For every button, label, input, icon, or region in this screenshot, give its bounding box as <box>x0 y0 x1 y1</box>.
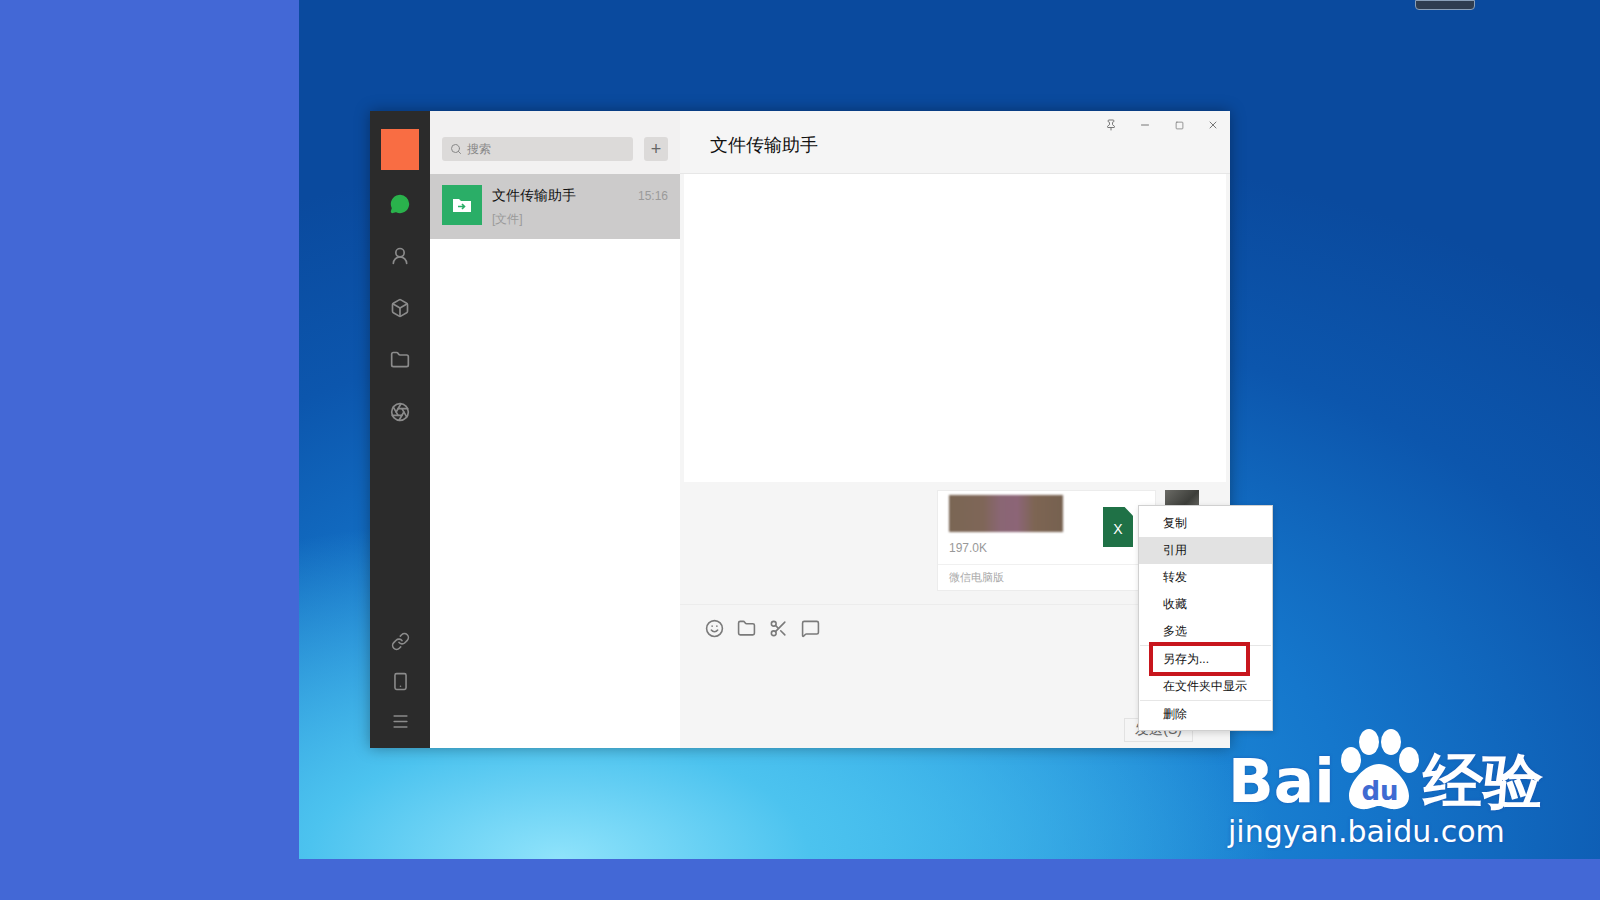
blank-area <box>684 174 1226 482</box>
context-menu: 复制引用转发收藏多选另存为...在文件夹中显示删除 <box>1138 505 1273 731</box>
folder-arrow-icon <box>452 197 472 213</box>
screen: 搜索+文件传输助手15:16[文件]文件传输助手197.0KX微信电脑版发送(S… <box>0 0 1600 900</box>
chat-title: 文件传输助手 <box>710 111 818 157</box>
nav-button[interactable] <box>389 670 411 692</box>
window-control[interactable] <box>1162 117 1196 133</box>
minimize-icon <box>1139 119 1151 131</box>
menu-item[interactable]: 另存为... <box>1139 646 1272 673</box>
emoji-icon <box>705 619 724 638</box>
menu-item[interactable]: 收藏 <box>1139 591 1272 618</box>
menu-item[interactable]: 删除 <box>1139 701 1272 728</box>
contacts-icon <box>390 246 410 266</box>
paw-logo-icon: du <box>1335 728 1423 814</box>
window-control[interactable] <box>1094 117 1128 133</box>
highlight-box <box>1149 642 1250 676</box>
nav-button[interactable] <box>389 193 411 215</box>
chat-history-icon <box>801 619 820 638</box>
maximize-icon <box>1175 121 1184 130</box>
link-icon <box>391 632 410 651</box>
nav-button[interactable] <box>389 630 411 652</box>
file-size: 197.0K <box>949 541 1063 555</box>
file-source: 微信电脑版 <box>938 564 1155 590</box>
menu-item[interactable]: 多选 <box>1139 618 1272 645</box>
pin-icon <box>1105 119 1117 131</box>
chat-name: 文件传输助手 <box>492 187 576 205</box>
screenshot-icon <box>769 619 788 638</box>
nav-button[interactable] <box>389 401 411 423</box>
brand-paw: du <box>1361 776 1398 806</box>
sidebar <box>370 111 430 748</box>
window-control[interactable] <box>1196 117 1230 133</box>
nav-button[interactable] <box>389 349 411 371</box>
brand-left: Bai <box>1228 748 1335 814</box>
brand-right: 经验 <box>1423 748 1543 814</box>
menu-item[interactable]: 在文件夹中显示 <box>1139 673 1272 700</box>
tool-button[interactable] <box>800 618 820 638</box>
tool-button[interactable] <box>768 618 788 638</box>
watermark-url: jingyan.baidu.com <box>1228 814 1505 850</box>
nav-button[interactable] <box>389 297 411 319</box>
tool-button[interactable] <box>704 618 724 638</box>
wechat-window: 搜索+文件传输助手15:16[文件]文件传输助手197.0KX微信电脑版发送(S… <box>370 111 1230 748</box>
nav-bottom <box>389 630 411 732</box>
chat-list: 搜索 + 文件传输助手 15:16 [文件] <box>430 111 680 748</box>
phone-icon <box>391 672 410 691</box>
menu-icon <box>391 712 410 731</box>
close-icon <box>1207 119 1219 131</box>
desktop-gadget[interactable] <box>1415 0 1475 10</box>
window-controls <box>1094 111 1230 133</box>
folder-icon <box>390 350 410 370</box>
menu-item[interactable]: 复制 <box>1139 510 1272 537</box>
blurred-file-name <box>949 495 1063 532</box>
search-icon <box>450 143 462 155</box>
file-transfer-icon <box>442 185 482 225</box>
chat-item[interactable]: 文件传输助手 15:16 [文件] <box>430 174 680 239</box>
user-avatar[interactable] <box>381 129 419 170</box>
menu-separator <box>1140 700 1271 701</box>
watermark: Baidu 经验jingyan.baidu.com <box>1228 728 1543 850</box>
chat-header: 文件传输助手 <box>680 111 1230 174</box>
menu-item[interactable]: 引用 <box>1139 537 1272 564</box>
search-field[interactable]: 搜索 <box>442 137 633 161</box>
box-icon <box>390 298 410 318</box>
menu-item[interactable]: 转发 <box>1139 564 1272 591</box>
chat-time: 15:16 <box>638 189 668 203</box>
nav-top <box>389 193 411 423</box>
chat-icon <box>390 194 410 214</box>
file-icon <box>737 619 756 638</box>
file-message[interactable]: 197.0K X 微信电脑版 <box>937 490 1156 591</box>
search-bar: 搜索 + <box>430 111 680 174</box>
desktop: 搜索+文件传输助手15:16[文件]文件传输助手197.0KX微信电脑版发送(S… <box>299 0 1600 859</box>
tool-button[interactable] <box>736 618 756 638</box>
mini-program-icon <box>390 402 410 422</box>
excel-file-icon: X <box>1103 507 1133 547</box>
chat-preview: [文件] <box>492 211 668 228</box>
nav-button[interactable] <box>389 245 411 267</box>
add-button[interactable]: + <box>644 137 668 161</box>
window-control[interactable] <box>1128 117 1162 133</box>
menu-separator <box>1140 645 1271 646</box>
nav-button[interactable] <box>389 710 411 732</box>
